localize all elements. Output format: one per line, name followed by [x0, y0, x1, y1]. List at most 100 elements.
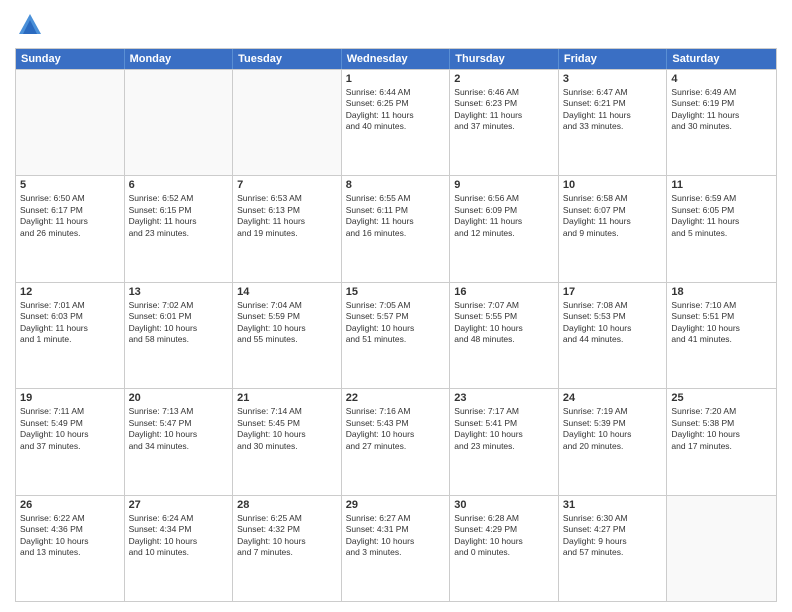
day-info: Sunrise: 6:49 AM Sunset: 6:19 PM Dayligh… [671, 87, 772, 133]
day-number: 23 [454, 392, 554, 404]
day-cell-21: 21Sunrise: 7:14 AM Sunset: 5:45 PM Dayli… [233, 389, 342, 494]
day-info: Sunrise: 7:11 AM Sunset: 5:49 PM Dayligh… [20, 406, 120, 452]
day-cell-20: 20 Sunrise: 7:13 AM Sunset: 5:47 PM Dayli… [125, 389, 234, 494]
day-number: 25 [671, 392, 772, 404]
day-header-sunday: Sunday [16, 49, 125, 69]
week-row-4: 26 Sunrise: 6:22 AM Sunset: 4:36 PM Dayli… [16, 495, 776, 601]
logo [15, 10, 49, 40]
day-header-thursday: Thursday [450, 49, 559, 69]
day-number: 27 [129, 499, 229, 511]
day-info: Sunrise: 7:16 AM Sunset: 5:43 PM Dayligh… [346, 406, 446, 452]
day-cell-10: 10 Sunrise: 6:58 AM Sunset: 6:07 PM Dayli… [559, 176, 668, 281]
day-cell-16: 16 Sunrise: 7:07 AM Sunset: 5:55 PM Dayli… [450, 283, 559, 388]
day-cell-3: 3 Sunrise: 6:47 AM Sunset: 6:21 PM Daylig… [559, 70, 668, 175]
day-cell-18: 18 Sunrise: 7:10 AM Sunset: 5:51 PM Dayli… [667, 283, 776, 388]
day-number: 16 [454, 286, 554, 298]
day-info: Sunrise: 6:25 AM Sunset: 4:32 PM Dayligh… [237, 513, 337, 559]
day-number: 11 [671, 179, 772, 191]
day-info: Sunrise: 7:10 AM Sunset: 5:51 PM Dayligh… [671, 300, 772, 346]
day-info: Sunrise: 6:56 AM Sunset: 6:09 PM Dayligh… [454, 193, 554, 239]
day-info: Sunrise: 6:30 AM Sunset: 4:27 PM Dayligh… [563, 513, 663, 559]
header [15, 10, 777, 40]
day-number: 18 [671, 286, 772, 298]
day-number: 15 [346, 286, 446, 298]
day-number: 20 [129, 392, 229, 404]
day-cell-8: 8 Sunrise: 6:55 AM Sunset: 6:11 PM Daylig… [342, 176, 451, 281]
week-row-1: 5Sunrise: 6:50 AM Sunset: 6:17 PM Daylig… [16, 175, 776, 281]
day-info: Sunrise: 7:07 AM Sunset: 5:55 PM Dayligh… [454, 300, 554, 346]
day-cell-28: 28 Sunrise: 6:25 AM Sunset: 4:32 PM Dayli… [233, 496, 342, 601]
week-row-3: 19Sunrise: 7:11 AM Sunset: 5:49 PM Dayli… [16, 388, 776, 494]
day-info: Sunrise: 6:27 AM Sunset: 4:31 PM Dayligh… [346, 513, 446, 559]
day-cell-29: 29Sunrise: 6:27 AM Sunset: 4:31 PM Dayli… [342, 496, 451, 601]
day-cell-19: 19Sunrise: 7:11 AM Sunset: 5:49 PM Dayli… [16, 389, 125, 494]
day-info: Sunrise: 7:04 AM Sunset: 5:59 PM Dayligh… [237, 300, 337, 346]
day-info: Sunrise: 7:13 AM Sunset: 5:47 PM Dayligh… [129, 406, 229, 452]
day-cell-23: 23Sunrise: 7:17 AM Sunset: 5:41 PM Dayli… [450, 389, 559, 494]
day-number: 8 [346, 179, 446, 191]
day-cell-22: 22 Sunrise: 7:16 AM Sunset: 5:43 PM Dayli… [342, 389, 451, 494]
day-cell-30: 30Sunrise: 6:28 AM Sunset: 4:29 PM Dayli… [450, 496, 559, 601]
day-cell-9: 9 Sunrise: 6:56 AM Sunset: 6:09 PM Daylig… [450, 176, 559, 281]
week-row-0: 1 Sunrise: 6:44 AM Sunset: 6:25 PM Daylig… [16, 69, 776, 175]
day-cell-27: 27 Sunrise: 6:24 AM Sunset: 4:34 PM Dayli… [125, 496, 234, 601]
day-info: Sunrise: 7:19 AM Sunset: 5:39 PM Dayligh… [563, 406, 663, 452]
empty-cell [667, 496, 776, 601]
day-cell-15: 15 Sunrise: 7:05 AM Sunset: 5:57 PM Dayli… [342, 283, 451, 388]
week-row-2: 12Sunrise: 7:01 AM Sunset: 6:03 PM Dayli… [16, 282, 776, 388]
day-info: Sunrise: 6:44 AM Sunset: 6:25 PM Dayligh… [346, 87, 446, 133]
day-number: 10 [563, 179, 663, 191]
calendar-header: SundayMondayTuesdayWednesdayThursdayFrid… [16, 49, 776, 69]
day-number: 22 [346, 392, 446, 404]
day-cell-17: 17 Sunrise: 7:08 AM Sunset: 5:53 PM Dayli… [559, 283, 668, 388]
day-header-friday: Friday [559, 49, 668, 69]
day-info: Sunrise: 6:52 AM Sunset: 6:15 PM Dayligh… [129, 193, 229, 239]
day-info: Sunrise: 6:22 AM Sunset: 4:36 PM Dayligh… [20, 513, 120, 559]
day-number: 4 [671, 73, 772, 85]
day-number: 24 [563, 392, 663, 404]
day-info: Sunrise: 7:01 AM Sunset: 6:03 PM Dayligh… [20, 300, 120, 346]
day-cell-24: 24 Sunrise: 7:19 AM Sunset: 5:39 PM Dayli… [559, 389, 668, 494]
day-cell-13: 13Sunrise: 7:02 AM Sunset: 6:01 PM Dayli… [125, 283, 234, 388]
day-info: Sunrise: 7:20 AM Sunset: 5:38 PM Dayligh… [671, 406, 772, 452]
day-header-saturday: Saturday [667, 49, 776, 69]
day-header-tuesday: Tuesday [233, 49, 342, 69]
page: SundayMondayTuesdayWednesdayThursdayFrid… [0, 0, 792, 612]
day-info: Sunrise: 7:05 AM Sunset: 5:57 PM Dayligh… [346, 300, 446, 346]
day-cell-12: 12Sunrise: 7:01 AM Sunset: 6:03 PM Dayli… [16, 283, 125, 388]
day-number: 5 [20, 179, 120, 191]
day-info: Sunrise: 6:53 AM Sunset: 6:13 PM Dayligh… [237, 193, 337, 239]
day-info: Sunrise: 7:08 AM Sunset: 5:53 PM Dayligh… [563, 300, 663, 346]
day-number: 28 [237, 499, 337, 511]
day-number: 3 [563, 73, 663, 85]
day-number: 31 [563, 499, 663, 511]
day-info: Sunrise: 6:47 AM Sunset: 6:21 PM Dayligh… [563, 87, 663, 133]
day-cell-7: 7 Sunrise: 6:53 AM Sunset: 6:13 PM Daylig… [233, 176, 342, 281]
empty-cell [233, 70, 342, 175]
calendar-body: 1 Sunrise: 6:44 AM Sunset: 6:25 PM Daylig… [16, 69, 776, 601]
day-number: 1 [346, 73, 446, 85]
day-cell-25: 25 Sunrise: 7:20 AM Sunset: 5:38 PM Dayli… [667, 389, 776, 494]
day-number: 17 [563, 286, 663, 298]
day-info: Sunrise: 6:59 AM Sunset: 6:05 PM Dayligh… [671, 193, 772, 239]
day-info: Sunrise: 6:24 AM Sunset: 4:34 PM Dayligh… [129, 513, 229, 559]
day-cell-1: 1 Sunrise: 6:44 AM Sunset: 6:25 PM Daylig… [342, 70, 451, 175]
day-cell-11: 11 Sunrise: 6:59 AM Sunset: 6:05 PM Dayli… [667, 176, 776, 281]
day-info: Sunrise: 7:14 AM Sunset: 5:45 PM Dayligh… [237, 406, 337, 452]
day-number: 30 [454, 499, 554, 511]
day-number: 13 [129, 286, 229, 298]
day-cell-4: 4 Sunrise: 6:49 AM Sunset: 6:19 PM Daylig… [667, 70, 776, 175]
day-info: Sunrise: 6:55 AM Sunset: 6:11 PM Dayligh… [346, 193, 446, 239]
day-header-monday: Monday [125, 49, 234, 69]
day-cell-31: 31 Sunrise: 6:30 AM Sunset: 4:27 PM Dayli… [559, 496, 668, 601]
day-info: Sunrise: 6:58 AM Sunset: 6:07 PM Dayligh… [563, 193, 663, 239]
day-number: 9 [454, 179, 554, 191]
day-number: 7 [237, 179, 337, 191]
empty-cell [125, 70, 234, 175]
day-number: 26 [20, 499, 120, 511]
day-cell-6: 6Sunrise: 6:52 AM Sunset: 6:15 PM Daylig… [125, 176, 234, 281]
day-number: 2 [454, 73, 554, 85]
day-info: Sunrise: 6:46 AM Sunset: 6:23 PM Dayligh… [454, 87, 554, 133]
empty-cell [16, 70, 125, 175]
day-cell-26: 26 Sunrise: 6:22 AM Sunset: 4:36 PM Dayli… [16, 496, 125, 601]
